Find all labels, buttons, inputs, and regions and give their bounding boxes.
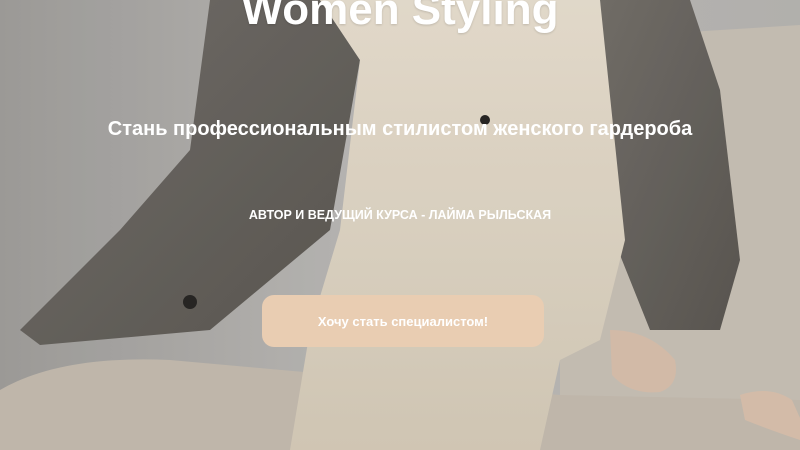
hero-title: Women Styling [241,0,559,34]
hero-overlay [0,0,800,450]
course-author: АВТОР И ВЕДУЩИЙ КУРСА - ЛАЙМА РЫЛЬСКАЯ [248,208,552,222]
hero-section: Women Styling Стань профессиональным сти… [0,0,800,450]
hero-subtitle: Стань профессиональным стилистом женског… [107,118,693,140]
become-specialist-button[interactable]: Хочу стать специалистом! [262,295,544,347]
